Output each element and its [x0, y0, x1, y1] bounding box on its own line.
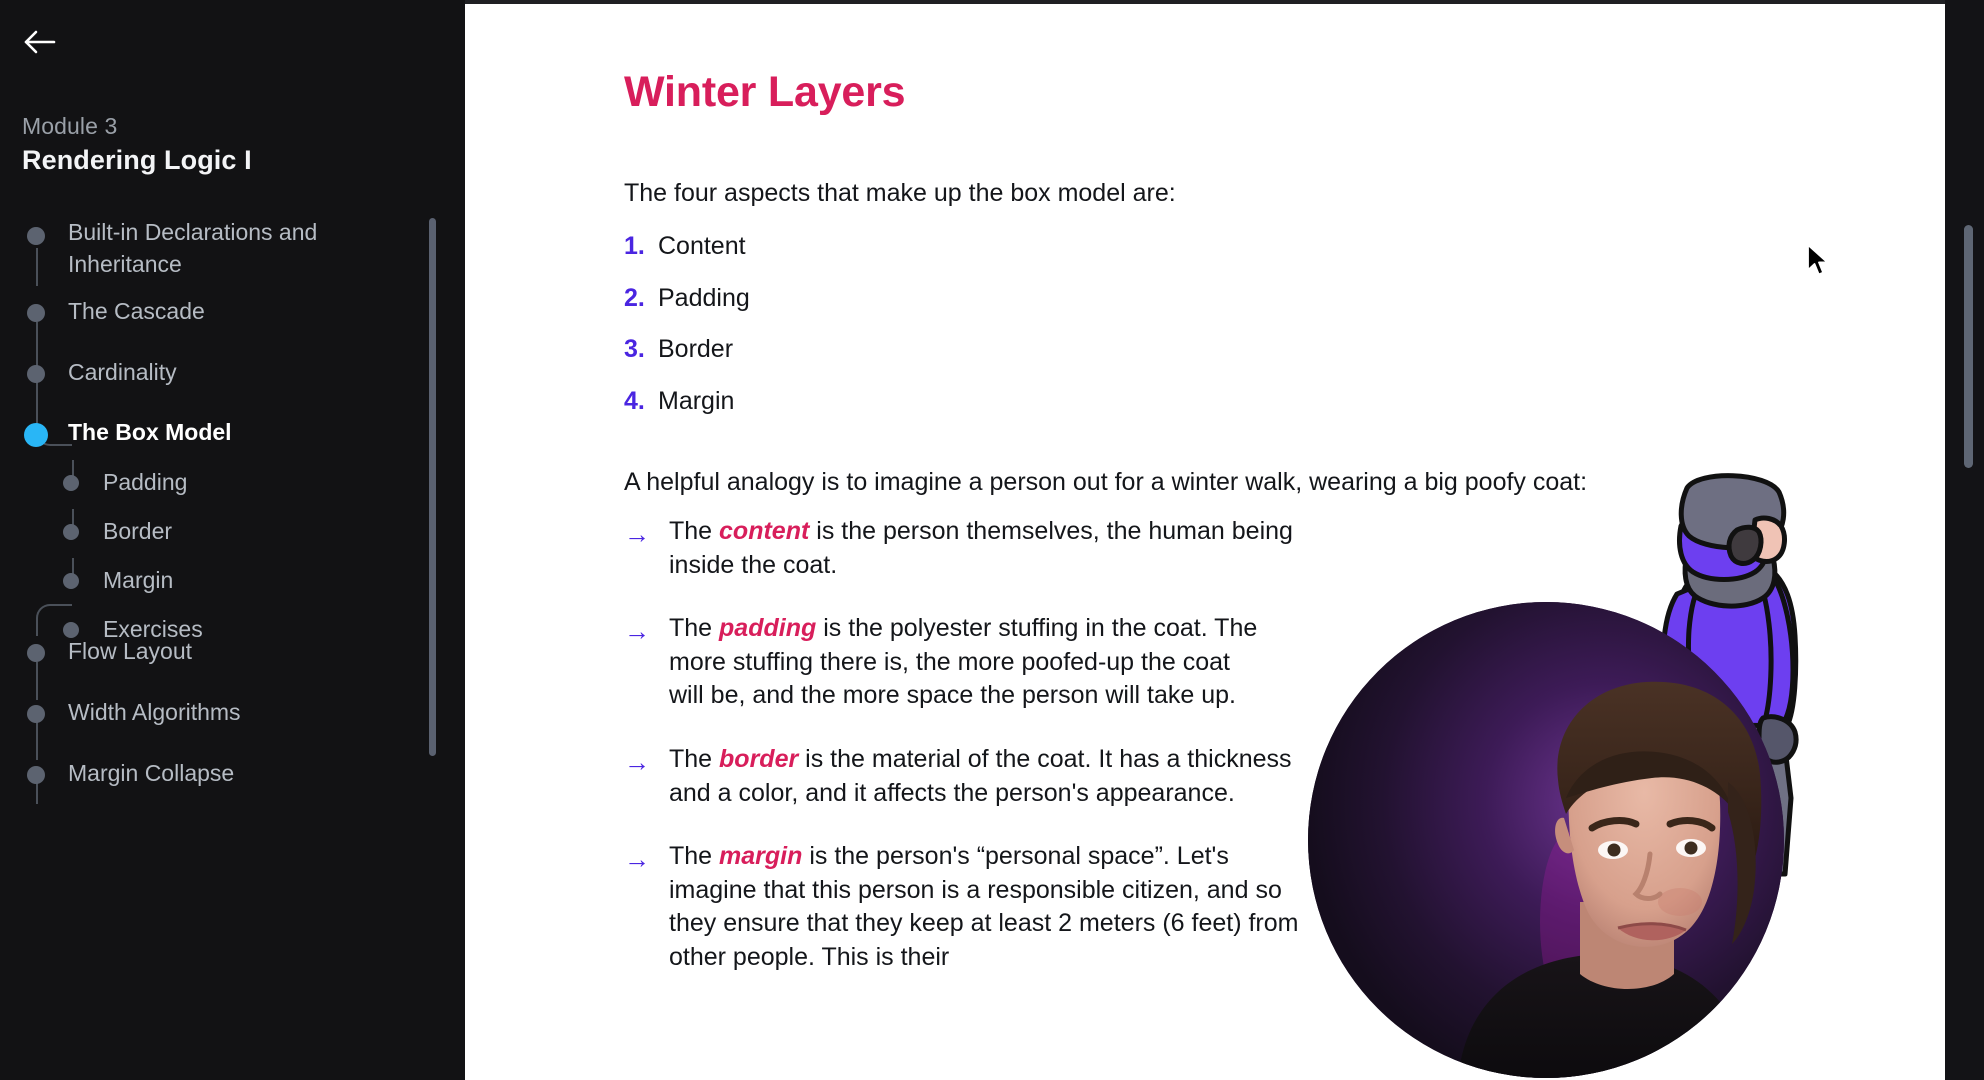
list-item-text: The margin is the person's “personal spa… [669, 842, 1299, 971]
sidebar-item-cardinality[interactable]: Cardinality [0, 357, 465, 391]
sidebar-item-width-algorithms[interactable]: Width Algorithms [0, 697, 465, 731]
arrow-right-icon: → [624, 746, 650, 777]
sidebar-item-label: Border [103, 518, 173, 544]
list-item-label: Padding [658, 283, 750, 312]
list-item-text: The border is the material of the coat. … [669, 744, 1292, 807]
list-marker: 1. [624, 232, 645, 260]
right-edge-strip [1945, 0, 1984, 1080]
sidebar-item-label: Padding [103, 469, 188, 495]
nav-dot-icon [27, 644, 45, 662]
list-item-text: The content is the person themselves, th… [669, 517, 1293, 579]
box-model-ordered-list: 1. Content 2. Padding 3. Border 4. Margi… [624, 232, 1324, 438]
sidebar-item-the-box-model[interactable]: The Box Model [0, 418, 465, 452]
sidebar-item-label: Margin Collapse [68, 760, 235, 786]
course-sidebar: Module 3 Rendering Logic I Built-in Decl… [0, 0, 465, 1080]
nav-dot-icon [27, 705, 45, 723]
nav-dot-icon [27, 227, 45, 245]
nav-dot-icon [27, 304, 45, 322]
nav-dot-icon [63, 524, 79, 540]
sidebar-item-label: The Cascade [68, 298, 205, 324]
nav-dot-icon [63, 573, 79, 589]
list-marker: 4. [624, 386, 645, 415]
sidebar-item-margin[interactable]: Margin [0, 565, 465, 599]
webcam-video [1308, 602, 1784, 1078]
list-marker: 2. [624, 283, 645, 312]
sidebar-item-label: Flow Layout [68, 638, 193, 664]
intro-paragraph: The four aspects that make up the box mo… [624, 179, 1176, 207]
nav-dot-icon [27, 766, 45, 784]
module-label: Module 3 [22, 113, 118, 139]
sidebar-scrollbar-thumb[interactable] [429, 218, 436, 756]
sidebar-item-label: The Box Model [68, 419, 232, 445]
list-item-label: Margin [658, 386, 735, 415]
list-item-label: Content [658, 232, 746, 260]
arrow-right-icon: → [624, 519, 650, 549]
analogy-paragraph: A helpful analogy is to imagine a person… [624, 468, 1588, 496]
nav-dot-icon [63, 475, 79, 491]
list-item: 3. Border [624, 335, 1324, 387]
list-item-text: The padding is the polyester stuffing in… [669, 614, 1258, 710]
back-button[interactable] [18, 20, 62, 64]
keyword-content: content [719, 517, 810, 545]
sidebar-item-label: Margin [103, 567, 174, 593]
sidebar-item-margin-collapse[interactable]: Margin Collapse [0, 758, 465, 792]
list-item-label: Border [658, 335, 734, 363]
module-title: Rendering Logic I [22, 145, 252, 175]
app-root: Module 3 Rendering Logic I Built-in Decl… [0, 0, 1984, 1080]
sidebar-item-label: Cardinality [68, 359, 177, 385]
keyword-border: border [719, 744, 799, 773]
nav-dot-icon [27, 365, 45, 383]
sidebar-item-flow-layout[interactable]: Flow Layout [0, 636, 465, 670]
sidebar-item-the-cascade[interactable]: The Cascade [0, 296, 465, 330]
list-marker: 3. [624, 335, 645, 363]
webcam-overlay[interactable] [1308, 602, 1784, 1078]
arrow-right-icon: → [624, 616, 650, 647]
sidebar-item-padding[interactable]: Padding [0, 467, 465, 501]
sidebar-item-label: Width Algorithms [68, 699, 241, 725]
sidebar-item-border[interactable]: Border [0, 516, 465, 550]
arrow-left-icon [23, 28, 57, 56]
arrow-right-icon: → [624, 844, 650, 875]
list-item: 2. Padding [624, 284, 1324, 336]
list-item: 4. Margin [624, 387, 1324, 439]
list-item: → The content is the person themselves, … [624, 515, 1634, 582]
lesson-nav: Built-in Declarations and Inheritance Th… [0, 219, 465, 1080]
keyword-padding: padding [719, 614, 817, 643]
nav-dot-active-icon [24, 423, 48, 447]
sidebar-item-built-in-declarations-and-inheritance[interactable]: Built-in Declarations and Inheritance [0, 219, 465, 286]
keyword-margin: margin [719, 842, 803, 871]
list-item: 1. Content [624, 232, 1324, 284]
page-title: Winter Layers [624, 68, 906, 116]
sidebar-item-label: Built-in Declarations and Inheritance [68, 219, 318, 277]
page-scrollbar-thumb[interactable] [1964, 225, 1973, 468]
